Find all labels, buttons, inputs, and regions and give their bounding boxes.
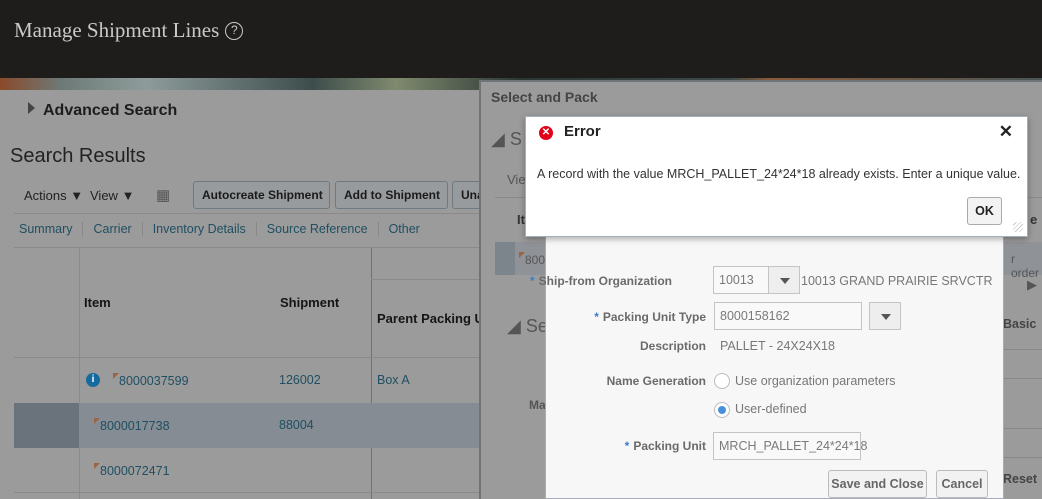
page-title-text: Manage Shipment Lines <box>14 18 220 42</box>
row-order-partial: r order <box>1011 252 1040 280</box>
cancel-button[interactable]: Cancel <box>936 470 988 498</box>
view-menu-partial[interactable]: Vie <box>507 172 526 187</box>
packing-unit-type-input[interactable]: 8000158162 <box>714 302 862 330</box>
tab-other[interactable]: Other <box>379 222 430 236</box>
tab-carrier[interactable]: Carrier <box>83 222 143 236</box>
description-label: Description <box>639 339 706 353</box>
packing-unit-label: * Packing Unit <box>624 439 706 453</box>
packing-unit-input[interactable]: MRCH_PALLET_24*24*18 <box>713 432 867 460</box>
parent-packing-unit-link[interactable]: Box A <box>377 373 410 387</box>
radio-use-organization-parameters[interactable] <box>714 373 730 389</box>
packing-unit-type-label: * Packing Unit Type <box>594 310 706 324</box>
detach-table-icon[interactable]: ▦ <box>156 186 170 204</box>
shipment-link[interactable]: 88004 <box>279 418 314 432</box>
table-row[interactable]: 8000017738 88004 <box>14 403 480 448</box>
name-generation-label: Name Generation <box>606 374 706 388</box>
label-partial: Ma <box>529 398 546 412</box>
error-title: Error <box>564 123 601 140</box>
close-icon[interactable]: ✕ <box>999 122 1013 142</box>
error-icon: ✕ <box>539 126 553 140</box>
ok-button[interactable]: OK <box>967 197 1002 225</box>
error-dialog: ✕ Error ✕ A record with the value MRCH_P… <box>525 116 1028 237</box>
scroll-right-icon[interactable]: ▶ <box>1027 277 1037 293</box>
view-label: View <box>90 188 118 203</box>
item-link[interactable]: 8000037599 <box>113 373 189 388</box>
section-header-1[interactable]: ◢ S <box>491 129 522 150</box>
table-row[interactable]: i 8000037599 126002 Box A <box>14 358 480 403</box>
error-message: A record with the value MRCH_PALLET_24*2… <box>537 167 1021 181</box>
advanced-search-label: Advanced Search <box>43 102 178 119</box>
section-1-label: S <box>509 129 522 149</box>
view-menu[interactable]: View ▼ <box>90 188 134 203</box>
create-packing-unit-dialog: * Ship-from Organization 10013 10013 GRAN… <box>530 226 1004 499</box>
unassign-button[interactable]: Una <box>452 181 482 209</box>
info-icon[interactable]: i <box>86 373 100 387</box>
item-number: 8000037599 <box>119 374 189 388</box>
column-header-item[interactable]: Item <box>84 295 111 310</box>
actions-menu[interactable]: Actions ▼ <box>24 188 83 203</box>
shipment-link[interactable]: 126002 <box>279 373 321 387</box>
input-partial[interactable] <box>1003 428 1042 458</box>
ship-from-input[interactable]: 10013 <box>713 266 769 294</box>
column-header-partial[interactable]: e <box>1030 212 1037 227</box>
expand-triangle-icon <box>28 102 35 114</box>
help-icon[interactable]: ? <box>225 22 244 40</box>
radio-user-defined[interactable] <box>714 402 730 418</box>
row-item-partial[interactable]: 800 <box>519 252 545 267</box>
item-link[interactable]: 8000072471 <box>94 463 170 478</box>
input-partial[interactable] <box>1003 349 1042 379</box>
item-number: 8000072471 <box>100 464 170 478</box>
basic-button[interactable]: Basic <box>1003 317 1036 331</box>
page-title: Manage Shipment Lines? <box>14 18 244 43</box>
column-header-parent-packing-unit[interactable]: Parent Packing U <box>377 311 480 326</box>
tab-inventory-details[interactable]: Inventory Details <box>143 222 257 236</box>
save-and-close-button[interactable]: Save and Close <box>828 470 927 498</box>
option-org-label: Use organization parameters <box>735 374 896 388</box>
table-row[interactable]: 8000072471 <box>14 448 480 492</box>
advanced-search-toggle[interactable]: Advanced Search <box>28 102 177 120</box>
search-results-heading: Search Results <box>10 145 146 167</box>
ship-from-description: 10013 GRAND PRAIRIE SRVCTR <box>801 274 993 288</box>
packing-unit-type-dropdown-icon[interactable] <box>869 302 901 330</box>
ship-from-label: * Ship-from Organization <box>529 274 672 288</box>
description-value: PALLET - 24X24X18 <box>720 339 835 353</box>
column-group-tabs: Summary Carrier Inventory Details Source… <box>14 222 430 236</box>
column-header-shipment[interactable]: Shipment <box>280 295 339 310</box>
resize-grip-icon[interactable] <box>1013 222 1023 232</box>
autocreate-shipment-button[interactable]: Autocreate Shipment <box>193 181 330 209</box>
item-link[interactable]: 8000017738 <box>94 418 170 433</box>
reset-button[interactable]: Reset <box>1003 472 1037 486</box>
tab-source-reference[interactable]: Source Reference <box>257 222 379 236</box>
actions-label: Actions <box>24 188 67 203</box>
option-user-label: User-defined <box>735 402 807 416</box>
section-header-2[interactable]: ◢ Se <box>507 316 548 337</box>
select-and-pack-title: Select and Pack <box>491 89 598 105</box>
ship-from-dropdown-icon[interactable] <box>768 266 800 294</box>
tab-summary[interactable]: Summary <box>14 222 84 236</box>
column-header-item-partial[interactable]: It <box>517 212 525 227</box>
add-to-shipment-button[interactable]: Add to Shipment <box>335 181 448 209</box>
item-number: 8000017738 <box>100 419 170 433</box>
